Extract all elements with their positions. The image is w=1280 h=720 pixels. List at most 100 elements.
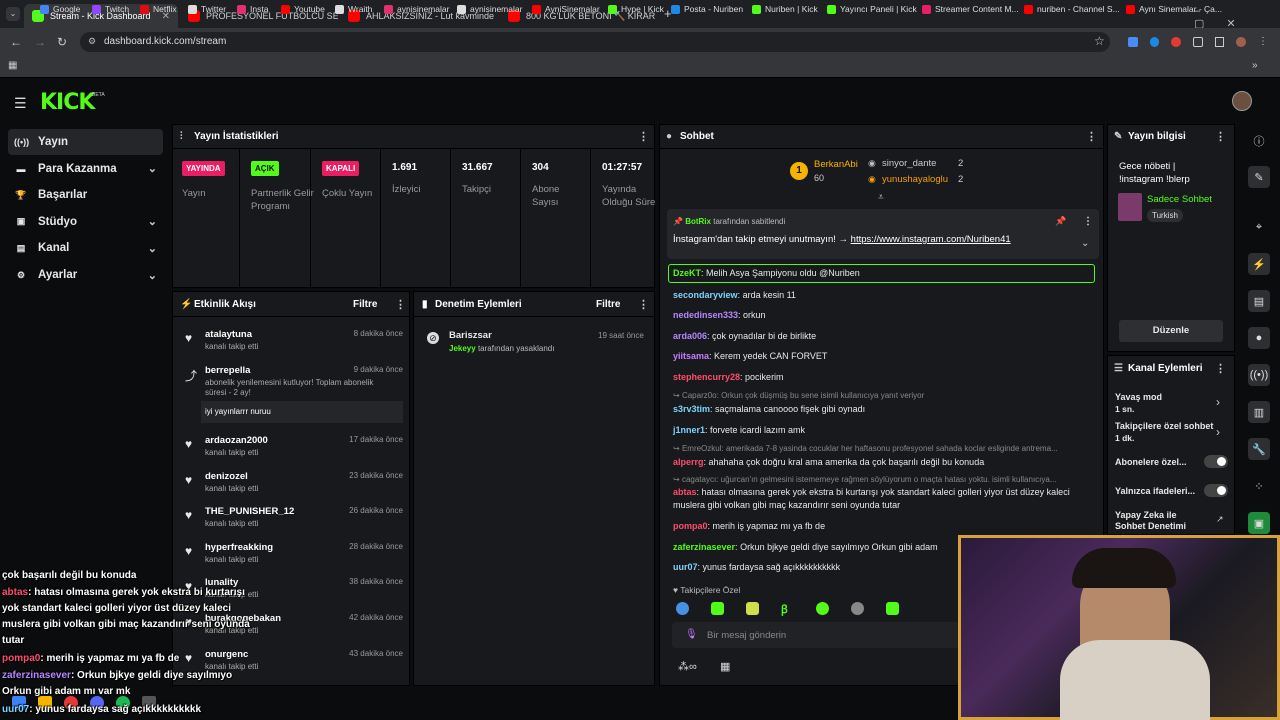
chat-username[interactable]: DzeKT [673,268,701,278]
sidebar-item[interactable]: ▤ Kanal ⌄ [8,235,163,261]
chat-message[interactable]: alperrg: ahahaha çok doğru kral ama amer… [673,456,1093,469]
bookmark-item[interactable]: Twitch [92,4,129,14]
activity-menu-icon[interactable]: ⋮ [395,298,406,311]
bookmark-item[interactable]: aynisinemalar [384,4,449,14]
chat-username[interactable]: nededinsen333 [673,310,738,320]
chat-username[interactable]: zaferzinasever [673,542,735,552]
apps-grid-icon[interactable]: ▦ [8,60,17,71]
sidebar-item[interactable]: ((•)) Yayın [8,129,163,155]
followers-only-chevron-icon[interactable]: › [1216,425,1220,439]
hamburger-menu-icon[interactable]: ☰ [14,95,27,112]
event-username[interactable]: berrepella [205,365,250,376]
chat-username[interactable]: arda006 [673,331,707,341]
event-username[interactable]: denizozel [205,471,248,482]
chat-username[interactable]: yiitsama [673,351,709,361]
leader-1-name[interactable]: BerkanAbi [814,159,858,170]
bookmark-item[interactable]: Wraith [335,4,372,14]
bookmark-item[interactable]: Youtube [281,4,325,14]
moderation-menu-icon[interactable]: ⋮ [638,298,649,311]
bookmark-item[interactable]: Yayıncı Paneli | Kick [827,4,917,14]
clipboard-icon[interactable]: ▤ [1248,290,1270,312]
edit-button[interactable]: Düzenle [1119,320,1223,342]
event-username[interactable]: ardaozan2000 [205,435,268,446]
bookmark-star-icon[interactable]: ☆ [1094,34,1105,48]
chat-message[interactable]: stephencurry28: pocikerim [673,371,1093,384]
event-username[interactable]: THE_PUNISHER_12 [205,506,294,517]
channel-actions-menu-icon[interactable]: ⋮ [1215,362,1226,375]
emotes-only-toggle[interactable] [1204,484,1228,497]
chat-username[interactable]: secondaryview [673,290,738,300]
category-name[interactable]: Sadece Sohbet [1147,194,1212,205]
chat-username[interactable]: pompa0 [673,521,708,531]
store-icon[interactable]: ▦ [720,660,730,673]
chat-reply-context[interactable]: ↪ cagataycı: uğurcan'ın gelmesini isteme… [673,475,1093,484]
chat-message[interactable]: j1nner1: forvete icardi lazım amk [673,424,1093,437]
chat-username[interactable]: s3rv3tim [673,404,710,414]
subs-only-toggle[interactable] [1204,455,1228,468]
chevron-down-icon[interactable]: ⌄ [148,162,157,175]
reload-icon[interactable]: ↻ [57,35,67,49]
chat-message[interactable]: secondaryview: arda kesin 11 [673,289,1093,302]
chat-message[interactable]: s3rv3tim: saçmalama canoooo fişek gibi o… [673,403,1093,416]
bookmark-item[interactable]: AyniSinemalar [532,4,600,14]
chat-message[interactable]: abtas: hatası olmasına gerek yok ekstra … [673,486,1093,512]
sidebar-item[interactable]: ⚙ Ayarlar ⌄ [8,262,163,288]
bookmark-item[interactable]: Nuriben | Kick [752,4,818,14]
bookmark-item[interactable]: Insta [237,4,268,14]
chat-message[interactable]: DzeKT: Melih Asya Şampiyonu oldu @Nuribe… [673,267,1093,280]
pinned-menu-icon[interactable]: ⋮ [1083,216,1093,227]
bookmark-item[interactable]: Streamer Content M... [922,4,1019,14]
chevron-down-icon[interactable]: ⌄ [148,242,157,255]
chat-username[interactable]: uur07 [673,562,698,572]
chat-username[interactable]: j1nner1 [673,425,705,435]
chat-message[interactable]: pompa0: merih iş yapmaz mı ya fb de [673,520,1093,533]
emote-picker-icon[interactable]: ⁂∞ [678,660,697,673]
collapse-icon[interactable]: ⩡ [878,192,884,203]
chat-rail-icon[interactable]: ● [1248,327,1270,349]
chat-username[interactable]: stephencurry28 [673,372,740,382]
tab-search-icon[interactable]: ⌄ [6,7,20,21]
bookmark-item[interactable]: Google [40,4,80,14]
moderation-filter-button[interactable]: Filtre [596,299,620,310]
layout-icon[interactable]: ▥ [1248,401,1270,423]
bookmark-item[interactable]: Twitter [188,4,226,14]
chat-message[interactable]: yiitsama: Kerem yedek CAN FORVET [673,350,1093,363]
chat-username[interactable]: alperrg [673,457,704,467]
focus-icon[interactable]: ⌖ [1248,216,1270,238]
bookmark-item[interactable]: aynisinemalar [457,4,522,14]
external-link-icon[interactable]: ↗ [1216,514,1224,525]
bookmark-item[interactable]: Netflix [140,4,177,14]
avatar[interactable] [1232,91,1252,111]
sidebar-item[interactable]: 🏆 Başarılar [8,182,163,208]
event-username[interactable]: hyperfreakking [205,542,273,553]
url-field[interactable]: dashboard.kick.com/stream [80,32,1110,52]
chat-message[interactable]: nededinsen333: orkun [673,309,1093,322]
more-bookmarks-icon[interactable]: » [1252,60,1258,71]
edit-icon[interactable]: ✎ [1248,166,1270,188]
emote-row[interactable]: ꞵ [676,602,956,616]
site-info-icon[interactable]: ⚙ [88,36,96,47]
back-icon[interactable]: ← [10,35,22,49]
unpin-icon[interactable]: 📌 [1055,216,1066,227]
chevron-down-icon[interactable]: ⌄ [148,269,157,282]
activity-filter-button[interactable]: Filtre [353,299,377,310]
leader-2-name[interactable]: sinyor_dante [882,158,936,169]
integrations-icon[interactable]: ⁘ [1248,475,1270,497]
broadcast-rail-icon[interactable]: ((•)) [1248,364,1270,386]
stats-menu-icon[interactable]: ⋮ [638,130,649,143]
event-username[interactable]: onurgenc [205,649,248,660]
moderated-user[interactable]: Bariszsar [449,330,492,341]
info-icon[interactable]: ⓘ [1248,130,1270,152]
chat-reply-context[interactable]: ↪ EmreOzkul: amerikada 7-8 yasinda cocuk… [673,444,1093,453]
chat-message[interactable]: arda006: çok oynadılar bi de birlikte [673,330,1093,343]
mic-icon[interactable]: 🎙 [685,629,698,640]
extension-icons[interactable]: ⋮ [1128,37,1268,49]
bookmark-item[interactable]: Hype | Kick [608,4,664,14]
sidebar-item[interactable]: ▣ Stüdyo ⌄ [8,209,163,235]
sidebar-item[interactable]: ▬ Para Kazanma ⌄ [8,156,163,182]
forward-icon[interactable]: → [34,35,46,49]
chat-menu-icon[interactable]: ⋮ [1086,130,1097,143]
stream-info-menu-icon[interactable]: ⋮ [1215,130,1226,143]
leader-3-name[interactable]: yunushayaloglu [882,174,948,185]
bookmark-item[interactable]: nuriben - Channel S... [1024,4,1120,14]
